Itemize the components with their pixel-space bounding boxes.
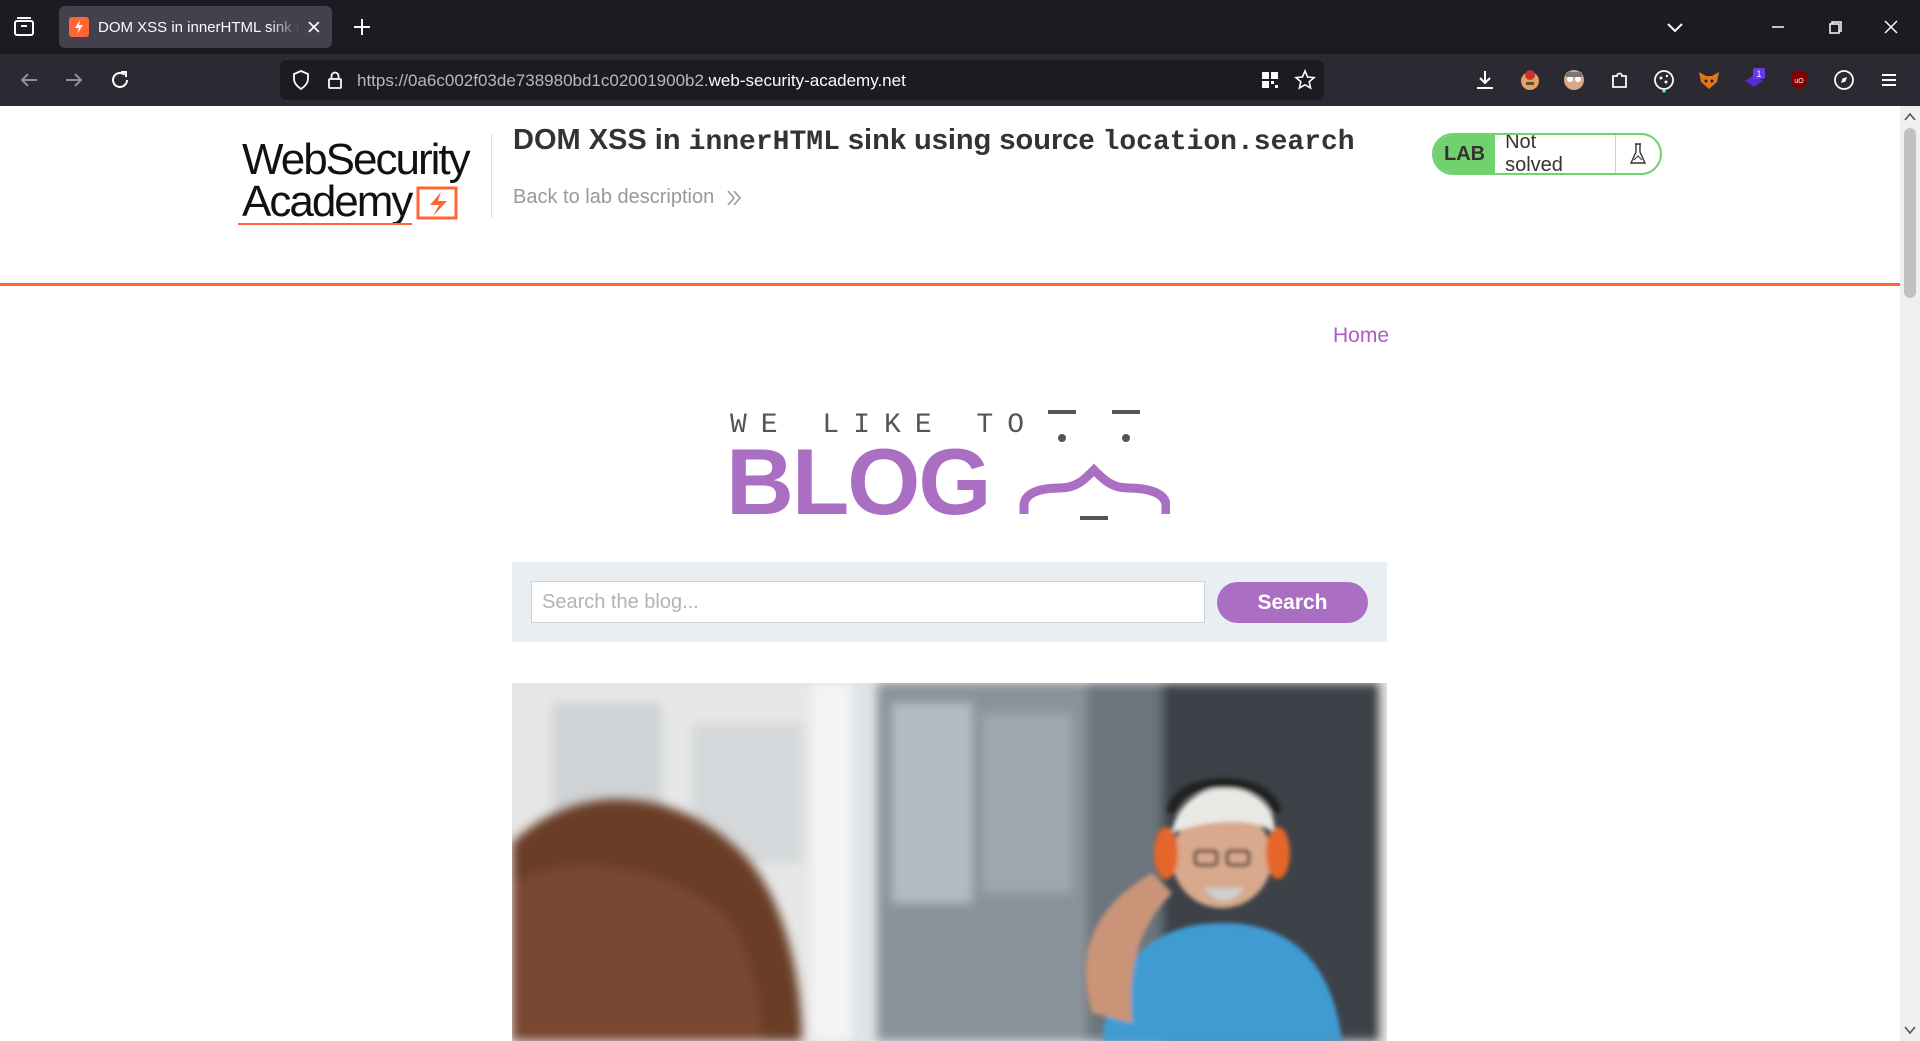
portswigger-favicon-icon — [69, 17, 89, 37]
compass-extension-icon[interactable] — [1831, 67, 1857, 93]
qr-code-icon[interactable] — [1260, 70, 1280, 90]
lab-badge: LAB — [1434, 135, 1496, 173]
browser-tab-bar: DOM XSS in innerHTML sink using source l… — [0, 0, 1920, 54]
extension-face-icon[interactable] — [1561, 67, 1587, 93]
purple-extension-icon[interactable]: 1 — [1741, 67, 1767, 93]
lab-status-text: Not solved — [1495, 135, 1617, 173]
bookmark-star-icon[interactable] — [1294, 69, 1316, 91]
search-button[interactable]: Search — [1217, 582, 1368, 623]
logo-line2: Academy — [242, 177, 413, 226]
home-link[interactable]: Home — [1333, 324, 1389, 348]
double-chevron-right-icon — [727, 189, 742, 206]
url-prefix: https://0a6c002f03de738980bd1c02001900b2… — [357, 71, 709, 90]
page-scrollbar[interactable] — [1900, 106, 1920, 1041]
svg-text:uO: uO — [1794, 78, 1804, 85]
new-tab-icon[interactable] — [350, 15, 374, 39]
we-like-to-blog-banner: WE LIKE TO BLOG — [726, 410, 1170, 526]
web-security-academy-logo[interactable]: WebSecurity Academy — [238, 130, 493, 230]
tab-title: DOM XSS in innerHTML sink using source l… — [98, 18, 301, 36]
scroll-up-arrow-icon[interactable] — [1903, 110, 1917, 124]
active-tab[interactable]: DOM XSS in innerHTML sink using source l… — [59, 6, 332, 48]
flask-icon — [1616, 135, 1660, 173]
lab-title-part2: sink using source — [839, 124, 1103, 156]
extension-badge-count: 1 — [1756, 69, 1761, 79]
banner-blog-word: BLOG — [726, 429, 990, 526]
list-all-tabs-icon[interactable] — [1662, 14, 1688, 40]
downloads-icon[interactable] — [1472, 67, 1498, 93]
page-content: WebSecurity Academy DOM XSS in innerHTML… — [0, 106, 1900, 1041]
academy-lab-header: WebSecurity Academy DOM XSS in innerHTML… — [0, 106, 1900, 286]
tab-list-icon[interactable] — [12, 15, 36, 39]
cookie-extension-icon[interactable] — [1651, 67, 1677, 93]
shield-icon[interactable] — [290, 69, 312, 91]
search-input[interactable] — [531, 581, 1205, 623]
extensions-puzzle-icon[interactable] — [1607, 67, 1633, 93]
back-link-label: Back to lab description — [513, 186, 715, 208]
scroll-down-arrow-icon[interactable] — [1903, 1023, 1917, 1037]
lab-title-code1: innerHTML — [688, 127, 840, 158]
close-window-icon[interactable] — [1878, 14, 1904, 40]
extension-avatar-icon[interactable] — [1517, 67, 1543, 93]
minimize-window-icon[interactable] — [1765, 14, 1791, 40]
forward-arrow-icon[interactable] — [61, 67, 87, 93]
lock-icon[interactable] — [324, 69, 346, 91]
scrollbar-thumb[interactable] — [1904, 128, 1916, 298]
ublock-origin-icon[interactable]: uO — [1786, 67, 1812, 93]
restore-window-icon[interactable] — [1822, 14, 1848, 40]
lab-title-part1: DOM XSS in — [513, 124, 689, 156]
blog-post-image[interactable] — [512, 683, 1387, 1041]
browser-navigation-bar: https://0a6c002f03de738980bd1c02001900b2… — [0, 54, 1920, 106]
url-bar[interactable]: https://0a6c002f03de738980bd1c02001900b2… — [280, 60, 1324, 100]
blog-search-bar: Search — [512, 562, 1387, 642]
lab-status-widget: LAB Not solved — [1432, 133, 1662, 175]
url-host: web-security-academy.net — [708, 71, 906, 90]
url-text[interactable]: https://0a6c002f03de738980bd1c02001900b2… — [357, 71, 906, 91]
menu-hamburger-icon[interactable] — [1876, 67, 1902, 93]
lab-title-code2: location.search — [1102, 127, 1355, 158]
back-to-lab-description-link[interactable]: Back to lab description — [513, 186, 742, 209]
fox-extension-icon[interactable] — [1696, 67, 1722, 93]
logo-divider — [491, 134, 492, 218]
close-tab-icon[interactable] — [306, 19, 322, 35]
lab-title: DOM XSS in innerHTML sink using source l… — [513, 124, 1355, 158]
back-arrow-icon[interactable] — [16, 67, 42, 93]
reload-icon[interactable] — [107, 67, 133, 93]
